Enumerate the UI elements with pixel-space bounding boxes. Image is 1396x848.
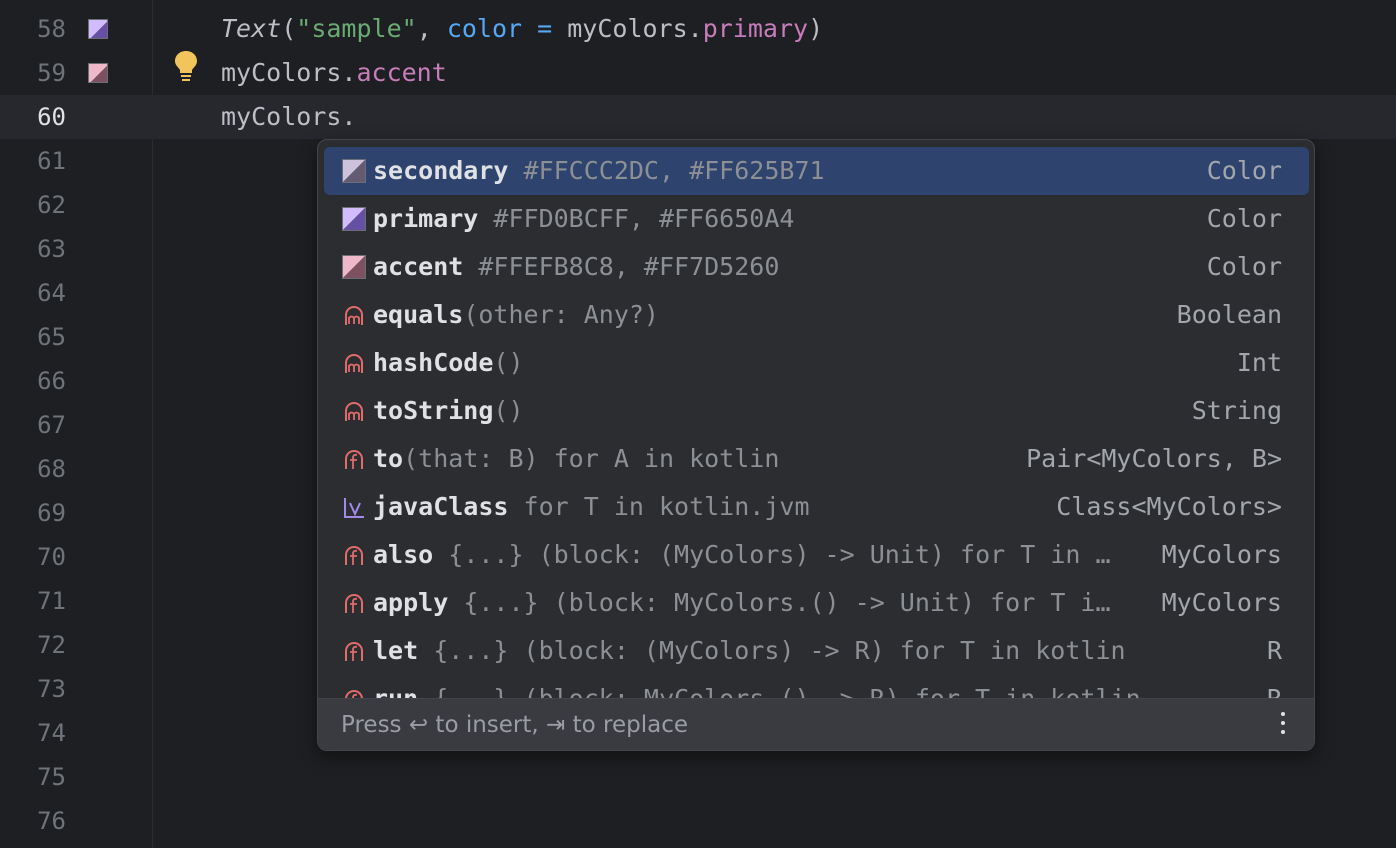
current-line-highlight: [0, 95, 1396, 139]
code-line-60[interactable]: myColors.: [221, 95, 356, 139]
completion-item-toString[interactable]: toString() String: [324, 387, 1309, 435]
function-icon: [345, 642, 363, 661]
completion-item-accent[interactable]: accent #FFEFB8C8, #FF7D5260 Color: [324, 243, 1309, 291]
completion-item-detail: #FFEFB8C8, #FF7D5260: [463, 252, 780, 281]
completion-item-detail: (): [493, 396, 524, 425]
completion-item-detail: #FFD0BCFF, #FF6650A4: [478, 204, 795, 233]
completion-item-type: Int: [1236, 348, 1282, 377]
completion-item-type: Class<MyColors>: [1056, 492, 1282, 521]
color-swatch-gutter-line58[interactable]: [88, 19, 108, 39]
completion-item-type: Pair<MyColors, B>: [1026, 444, 1282, 473]
function-icon: [345, 594, 363, 613]
color-swatch-gutter-line59[interactable]: [88, 63, 108, 83]
line-number: 74: [37, 719, 66, 747]
completion-item-type: Color: [1206, 252, 1282, 281]
completion-item-detail: (): [493, 348, 524, 377]
completion-item-type: MyColors: [1161, 540, 1282, 569]
completion-item-let[interactable]: let {...} (block: (MyColors) -> R) for T…: [324, 627, 1309, 675]
method-icon: [345, 306, 363, 325]
code-fn: Text: [221, 14, 282, 43]
completion-item-label: to(that: B) for A in kotlin: [373, 444, 780, 473]
completion-item-detail: {...} (block: MyColors.() -> Unit) for T…: [448, 588, 1111, 617]
completion-item-primary[interactable]: primary #FFD0BCFF, #FF6650A4 Color: [324, 195, 1309, 243]
completion-item-detail: (that: B) for A in kotlin: [403, 444, 780, 473]
completion-item-detail: {...} (block: (MyColors) -> R) for T in …: [418, 636, 1126, 665]
completion-item-detail: (other: Any?): [463, 300, 659, 329]
code-prop: primary: [702, 14, 809, 43]
color-swatch-icon: [342, 159, 366, 183]
completion-item-label: let {...} (block: (MyColors) -> R) for T…: [373, 636, 1126, 665]
completion-item-secondary[interactable]: secondary #FFCCC2DC, #FF625B71 Color: [324, 147, 1309, 195]
completion-item-to[interactable]: to(that: B) for A in kotlin Pair<MyColors…: [324, 435, 1309, 483]
completion-item-label: accent #FFEFB8C8, #FF7D5260: [373, 252, 780, 281]
line-number: 58: [37, 15, 66, 43]
more-options-icon[interactable]: [1280, 712, 1286, 738]
color-swatch-icon: [342, 207, 366, 231]
completion-item-detail: for T in kotlin.jvm: [508, 492, 810, 521]
completion-item-label: primary #FFD0BCFF, #FF6650A4: [373, 204, 795, 233]
code-line-59[interactable]: myColors.accent: [221, 51, 447, 95]
code-string: "sample": [296, 14, 417, 43]
completion-item-label: javaClass for T in kotlin.jvm: [373, 492, 810, 521]
code-prop: accent: [356, 58, 447, 87]
completion-item-label: also {...} (block: (MyColors) -> Unit) f…: [373, 540, 1111, 569]
line-number: 70: [37, 543, 66, 571]
code-param: color: [446, 14, 523, 43]
function-icon: [345, 546, 363, 565]
method-icon: [345, 354, 363, 373]
line-number: 66: [37, 367, 66, 395]
completion-item-type: Boolean: [1176, 300, 1282, 329]
completion-item-type: Color: [1206, 156, 1282, 185]
completion-item-type: R: [1266, 636, 1282, 665]
line-number: 62: [37, 191, 66, 219]
line-number: 69: [37, 499, 66, 527]
line-number: 64: [37, 279, 66, 307]
completion-item-equals[interactable]: equals(other: Any?) Boolean: [324, 291, 1309, 339]
method-icon: [345, 402, 363, 421]
line-number: 68: [37, 455, 66, 483]
line-number: 76: [37, 807, 66, 835]
line-number: 67: [37, 411, 66, 439]
line-number: 71: [37, 587, 66, 615]
completion-item-also[interactable]: also {...} (block: (MyColors) -> Unit) f…: [324, 531, 1309, 579]
line-number: 60: [37, 103, 66, 131]
completion-item-detail: {...} (block: (MyColors) -> Unit) for T …: [433, 540, 1111, 569]
line-number: 65: [37, 323, 66, 351]
completion-item-type: Color: [1206, 204, 1282, 233]
line-number: 72: [37, 631, 66, 659]
completion-item-type: String: [1191, 396, 1282, 425]
completion-item-apply[interactable]: apply {...} (block: MyColors.() -> Unit)…: [324, 579, 1309, 627]
completion-popup[interactable]: secondary #FFCCC2DC, #FF625B71 Color prima…: [317, 139, 1315, 751]
line-number: 75: [37, 763, 66, 791]
completion-item-detail: {...} (block: MyColors.() -> R) for T in…: [418, 684, 1140, 698]
completion-item-label: equals(other: Any?): [373, 300, 659, 329]
color-swatch-icon: [342, 255, 366, 279]
completion-item-label: apply {...} (block: MyColors.() -> Unit)…: [373, 588, 1111, 617]
lightbulb-icon[interactable]: [174, 50, 198, 84]
line-number: 73: [37, 675, 66, 703]
completion-item-run[interactable]: run {...} (block: MyColors.() -> R) for …: [324, 675, 1309, 698]
completion-item-label: hashCode(): [373, 348, 524, 377]
completion-item-hashCode[interactable]: hashCode() Int: [324, 339, 1309, 387]
line-number: 59: [37, 59, 66, 87]
completion-footer: Press ↩ to insert, ⇥ to replace: [318, 698, 1314, 750]
line-number: 63: [37, 235, 66, 263]
completion-list[interactable]: secondary #FFCCC2DC, #FF625B71 Color prima…: [318, 140, 1314, 698]
line-number: 61: [37, 147, 66, 175]
code-line-58[interactable]: Text("sample", color = myColors.primary): [221, 7, 823, 51]
function-icon: [345, 690, 363, 698]
completion-item-label: run {...} (block: MyColors.() -> R) for …: [373, 675, 1141, 698]
completion-item-label: toString(): [373, 396, 524, 425]
function-icon: [345, 450, 363, 469]
completion-hint: Press ↩ to insert, ⇥ to replace: [341, 712, 688, 738]
completion-item-type: R: [1267, 675, 1282, 698]
completion-item-type: MyColors: [1161, 588, 1282, 617]
completion-item-label: secondary #FFCCC2DC, #FF625B71: [373, 156, 825, 185]
completion-item-detail: #FFCCC2DC, #FF625B71: [508, 156, 825, 185]
completion-item-javaClass[interactable]: javaClass for T in kotlin.jvm Class<MyCol…: [324, 483, 1309, 531]
variable-icon: [344, 498, 364, 518]
